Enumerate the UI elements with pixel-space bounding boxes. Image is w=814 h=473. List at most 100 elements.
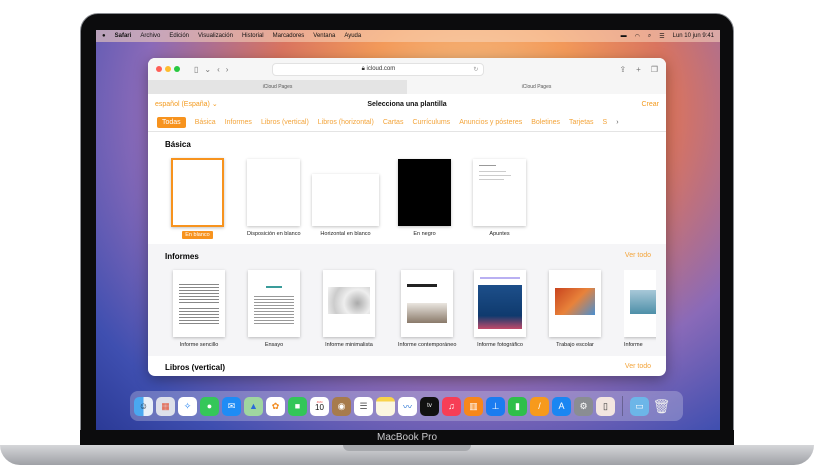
chevron-right-icon[interactable]: › bbox=[616, 119, 618, 126]
reminders-icon[interactable]: ☰ bbox=[354, 396, 373, 416]
books-icon[interactable]: ▥ bbox=[464, 396, 483, 416]
dock: ☺ ▦ ✧ ● ✉ ▲ ✿ ■ JUN 10 ◉ ☰ 〰 tv ♫ ▥ ⊥ ▮ /… bbox=[130, 391, 683, 421]
menu-historial[interactable]: Historial bbox=[242, 33, 264, 39]
spotlight-icon[interactable]: ⌕ bbox=[648, 33, 651, 40]
tab-overview-icon[interactable]: ❐ bbox=[651, 65, 658, 74]
template-label: Informe contemporáneo bbox=[398, 342, 457, 348]
trash-icon[interactable]: 🗑︎ bbox=[652, 397, 671, 416]
menu-ventana[interactable]: Ventana bbox=[313, 33, 335, 39]
language-select[interactable]: español (España) ⌄ bbox=[155, 100, 315, 108]
template-apuntes[interactable]: Apuntes bbox=[473, 159, 526, 237]
create-button[interactable]: Crear bbox=[499, 101, 659, 108]
menu-visualizacion[interactable]: Visualización bbox=[198, 33, 233, 39]
category-anuncios[interactable]: Anuncios y pósteres bbox=[459, 119, 522, 126]
freeform-icon[interactable]: 〰 bbox=[398, 396, 417, 416]
numbers-icon[interactable]: ▮ bbox=[508, 396, 527, 416]
minimize-button[interactable] bbox=[165, 66, 171, 72]
template-informe-sencillo[interactable]: Informe sencillo bbox=[173, 270, 225, 348]
wifi-icon[interactable]: ◠ bbox=[635, 33, 640, 40]
template-informe-fotografico[interactable]: Informe fotográfico bbox=[474, 270, 526, 348]
clock[interactable]: Lun 10 jun 9:41 bbox=[673, 33, 714, 40]
menu-marcadores[interactable]: Marcadores bbox=[273, 33, 305, 39]
tv-icon[interactable]: tv bbox=[420, 396, 439, 416]
close-button[interactable] bbox=[156, 66, 162, 72]
template-ensayo[interactable]: Ensayo bbox=[248, 270, 300, 348]
tab-bar: iCloud Pages iCloud Pages bbox=[148, 80, 666, 94]
browser-toolbar: ▯ ⌄ ‹ › 🔒︎ icloud.com ↻ ⇪ + ❐ bbox=[148, 58, 666, 80]
template-en-negro[interactable]: En negro bbox=[398, 159, 451, 237]
facetime-icon[interactable]: ■ bbox=[288, 396, 307, 416]
messages-icon[interactable]: ● bbox=[200, 396, 219, 416]
desktop: ● Safari Archivo Edición Visualización H… bbox=[96, 30, 720, 430]
template-label: Horizontal en blanco bbox=[320, 231, 371, 237]
template-thumbnail bbox=[401, 270, 454, 337]
category-boletines[interactable]: Boletines bbox=[531, 119, 560, 126]
template-informe-contemporaneo[interactable]: Informe contemporáneo bbox=[398, 270, 456, 348]
tab-active[interactable]: iCloud Pages bbox=[407, 80, 666, 94]
category-libros-vertical[interactable]: Libros (vertical) bbox=[261, 119, 309, 126]
apple-menu-icon[interactable]: ● bbox=[102, 33, 106, 39]
new-tab-icon[interactable]: + bbox=[636, 65, 641, 74]
contacts-icon[interactable]: ◉ bbox=[332, 396, 351, 416]
template-en-blanco[interactable]: En blanco bbox=[171, 158, 224, 239]
language-label: español (España) bbox=[155, 101, 210, 108]
chevron-down-icon[interactable]: ⌄ bbox=[204, 65, 211, 74]
device-label: MacBook Pro bbox=[376, 432, 438, 443]
template-thumbnail bbox=[549, 270, 601, 337]
category-informes[interactable]: Informes bbox=[225, 119, 252, 126]
reload-icon[interactable]: ↻ bbox=[473, 66, 478, 73]
menu-edicion[interactable]: Edición bbox=[169, 33, 189, 39]
calendar-icon[interactable]: JUN 10 bbox=[310, 396, 329, 416]
category-cartas[interactable]: Cartas bbox=[383, 119, 404, 126]
menu-app[interactable]: Safari bbox=[115, 33, 132, 39]
template-thumbnail bbox=[173, 270, 225, 337]
template-disposicion[interactable]: Disposición en blanco bbox=[247, 159, 301, 237]
photos-icon[interactable]: ✿ bbox=[266, 396, 285, 416]
template-thumbnail bbox=[171, 158, 224, 227]
category-tarjetas[interactable]: Tarjetas bbox=[569, 119, 594, 126]
maps-icon[interactable]: ▲ bbox=[244, 396, 263, 416]
safari-icon[interactable]: ✧ bbox=[178, 396, 197, 416]
menu-archivo[interactable]: Archivo bbox=[140, 33, 160, 39]
template-thumbnail bbox=[624, 270, 656, 337]
settings-icon[interactable]: ⚙ bbox=[574, 396, 593, 416]
category-basica[interactable]: Básica bbox=[195, 119, 216, 126]
template-informe-minimalista[interactable]: Informe minimalista bbox=[323, 270, 375, 348]
control-center-icon[interactable]: ☰ bbox=[659, 33, 664, 40]
template-trabajo-escolar[interactable]: Trabajo escolar bbox=[549, 270, 601, 348]
iphone-mirroring-icon[interactable]: ▯ bbox=[596, 396, 615, 416]
see-all-libros[interactable]: Ver todo bbox=[625, 363, 651, 372]
back-icon[interactable]: ‹ bbox=[217, 65, 220, 74]
app-store-icon[interactable]: A bbox=[552, 396, 571, 416]
sidebar-icon[interactable]: ▯ bbox=[194, 65, 198, 74]
address-bar[interactable]: 🔒︎ icloud.com ↻ bbox=[272, 62, 485, 76]
pages-icon[interactable]: / bbox=[530, 396, 549, 416]
forward-icon[interactable]: › bbox=[226, 65, 229, 74]
category-todas[interactable]: Todas bbox=[157, 117, 186, 128]
mail-icon[interactable]: ✉ bbox=[222, 396, 241, 416]
launchpad-icon[interactable]: ▦ bbox=[156, 396, 175, 416]
category-more[interactable]: S bbox=[603, 119, 608, 126]
downloads-folder-icon[interactable]: ▭ bbox=[630, 396, 649, 416]
keynote-icon[interactable]: ⊥ bbox=[486, 396, 505, 416]
safari-window: ▯ ⌄ ‹ › 🔒︎ icloud.com ↻ ⇪ + ❐ iCloud Pag… bbox=[148, 58, 666, 376]
share-icon[interactable]: ⇪ bbox=[619, 65, 626, 74]
category-libros-horizontal[interactable]: Libros (horizontal) bbox=[318, 119, 374, 126]
battery-icon[interactable]: ▬ bbox=[621, 33, 627, 40]
category-curriculums[interactable]: Currículums bbox=[412, 119, 450, 126]
laptop-chin: MacBook Pro bbox=[80, 430, 734, 446]
template-label: Informe minimalista bbox=[325, 342, 373, 348]
template-informe[interactable]: Informe bbox=[624, 270, 656, 348]
music-icon[interactable]: ♫ bbox=[442, 396, 461, 416]
notes-icon[interactable] bbox=[376, 396, 395, 416]
finder-icon[interactable]: ☺ bbox=[134, 396, 153, 416]
menu-ayuda[interactable]: Ayuda bbox=[344, 33, 361, 39]
template-thumbnail bbox=[312, 174, 379, 226]
tab[interactable]: iCloud Pages bbox=[148, 80, 407, 94]
template-label: En blanco bbox=[182, 231, 213, 239]
template-thumbnail bbox=[323, 270, 375, 337]
template-label: Disposición en blanco bbox=[247, 231, 301, 237]
see-all-informes[interactable]: Ver todo bbox=[625, 252, 651, 261]
zoom-button[interactable] bbox=[174, 66, 180, 72]
template-horizontal[interactable]: Horizontal en blanco bbox=[312, 174, 379, 237]
